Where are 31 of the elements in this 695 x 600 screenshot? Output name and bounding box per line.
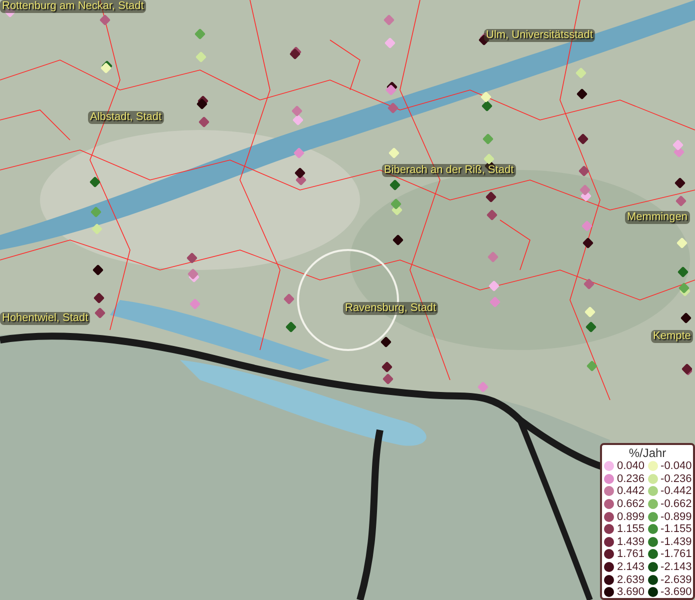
- place-label: Albstadt, Stadt: [88, 111, 164, 124]
- place-label: Kempte: [651, 330, 693, 343]
- legend-value: -2.143: [660, 561, 692, 574]
- legend-value: 1.761: [617, 548, 645, 560]
- place-label: Ravensburg, Stadt: [343, 302, 438, 315]
- legend-value: 0.899: [617, 510, 645, 523]
- legend-value: 0.662: [617, 498, 645, 510]
- legend-value: -0.662: [660, 498, 692, 510]
- legend-value: 2.639: [617, 574, 645, 586]
- legend-title: %/Jahr: [628, 446, 666, 460]
- legend-value: 1.155: [617, 523, 645, 536]
- legend-value: 0.236: [617, 472, 645, 485]
- legend-value: -1.439: [660, 536, 692, 548]
- legend-value: 2.143: [617, 561, 645, 574]
- place-label: Memmingen: [625, 211, 690, 224]
- legend-value: -3.690: [660, 586, 692, 598]
- legend-value: -0.899: [660, 510, 692, 523]
- legend-value: -2.639: [660, 574, 692, 586]
- legend-value: -1.761: [660, 548, 692, 560]
- legend-value: -0.236: [660, 472, 692, 485]
- place-label: Ulm, Universitätsstadt: [484, 29, 595, 42]
- place-label: Biberach an der Riß, Stadt: [382, 164, 516, 177]
- legend-value: 0.442: [617, 485, 645, 498]
- legend-value: 0.040: [617, 460, 645, 472]
- legend-value: 3.690: [617, 586, 645, 598]
- legend-value: 1.439: [617, 536, 645, 548]
- legend-value: -0.040: [660, 460, 692, 472]
- place-label: Rottenburg am Neckar, Stadt: [0, 0, 146, 13]
- legend-value: -0.442: [660, 485, 692, 498]
- legend-value: -1.155: [660, 523, 692, 536]
- place-label: Hohentwiel, Stadt: [0, 312, 90, 325]
